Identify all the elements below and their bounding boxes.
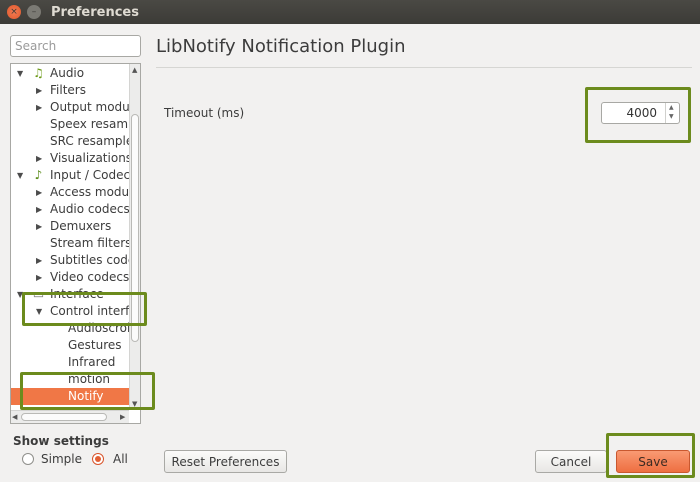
chevron-right-icon[interactable]: ▶ [36,252,42,269]
chevron-right-icon[interactable]: ▶ [36,150,42,167]
tree-item-gestures[interactable]: Gestures [11,337,129,354]
tree-item-label: Filters [50,83,86,97]
highlight-timeout-spinbox [585,87,691,143]
timeout-label: Timeout (ms) [164,106,245,120]
title-divider [156,67,692,68]
scroll-up-icon[interactable]: ▲ [132,66,137,74]
minimize-window-icon[interactable]: – [27,5,41,19]
tree-item-demuxers[interactable]: ▶ Demuxers [11,218,129,235]
search-input[interactable] [10,35,141,57]
tree-item-label: Audio [50,66,85,80]
highlight-control-interfaces [22,292,147,326]
tree-item-label: Gestures [68,338,122,352]
simple-radio[interactable] [22,453,34,465]
chevron-down-icon[interactable]: ▼ [17,65,23,82]
tree-item-label: Stream filters [50,236,129,250]
page-title: LibNotify Notification Plugin [156,36,406,57]
tree-item-label: Infrared [68,355,116,369]
tree-item-input-codecs[interactable]: ▼ ♪ Input / Codec [11,167,129,184]
highlight-save-button [606,433,695,478]
tree-horizontal-scrollbar[interactable]: ◀ ▶ [11,410,129,423]
tree-item-audio-codecs[interactable]: ▶ Audio codecs [11,201,129,218]
tree-item-label: Audio codecs [50,202,129,216]
close-window-icon[interactable]: × [7,5,21,19]
simple-radio-label[interactable]: Simple [41,452,82,466]
tree-item-label: Video codecs [50,270,129,284]
title-bar: × – Preferences [0,0,700,24]
chevron-down-icon[interactable]: ▼ [17,167,23,184]
tree-item-audio[interactable]: ▼ ♫ Audio [11,65,129,82]
cancel-button[interactable]: Cancel [535,450,607,473]
show-settings-label: Show settings [13,434,109,448]
tree-item-stream-filters[interactable]: Stream filters [11,235,129,252]
input-codec-icon: ♪ [34,168,43,182]
chevron-right-icon[interactable]: ▶ [36,82,42,99]
tree-item-label: Output modu [50,100,129,114]
tree-item-label: SRC resample [50,134,129,148]
tree-item-label: Speex resamp [50,117,129,131]
preferences-tree: ▼ ♫ Audio ▶ Filters ▶ Output modu Speex … [10,63,141,424]
highlight-notify [20,372,155,410]
horizontal-scroll-thumb[interactable] [21,413,107,421]
chevron-right-icon[interactable]: ▶ [36,184,42,201]
window-title: Preferences [51,4,139,20]
tree-item-video-codecs[interactable]: ▶ Video codecs [11,269,129,286]
tree-item-speex-resampler[interactable]: Speex resamp [11,116,129,133]
scroll-left-icon[interactable]: ◀ [12,413,17,421]
tree-item-subtitles-codecs[interactable]: ▶ Subtitles code [11,252,129,269]
scroll-right-icon[interactable]: ▶ [120,413,125,421]
reset-preferences-button[interactable]: Reset Preferences [164,450,287,473]
chevron-right-icon[interactable]: ▶ [36,99,42,116]
chevron-right-icon[interactable]: ▶ [36,218,42,235]
tree-item-label: Demuxers [50,219,112,233]
all-radio[interactable] [92,453,104,465]
tree-vertical-scrollbar[interactable]: ▲ ▼ [129,64,140,410]
tree-item-label: Visualizations [50,151,129,165]
tree-item-output-modules[interactable]: ▶ Output modu [11,99,129,116]
tree-item-visualizations[interactable]: ▶ Visualizations [11,150,129,167]
tree-item-access-modules[interactable]: ▶ Access modul [11,184,129,201]
chevron-right-icon[interactable]: ▶ [36,269,42,286]
tree-item-src-resampler[interactable]: SRC resample [11,133,129,150]
tree-item-filters[interactable]: ▶ Filters [11,82,129,99]
tree-item-label: Subtitles code [50,253,129,267]
tree-item-infrared[interactable]: Infrared [11,354,129,371]
chevron-right-icon[interactable]: ▶ [36,201,42,218]
tree-item-label: Access modul [50,185,129,199]
all-radio-label[interactable]: All [113,452,128,466]
music-note-icon: ♫ [33,66,44,80]
tree-item-label: Input / Codec [50,168,129,182]
